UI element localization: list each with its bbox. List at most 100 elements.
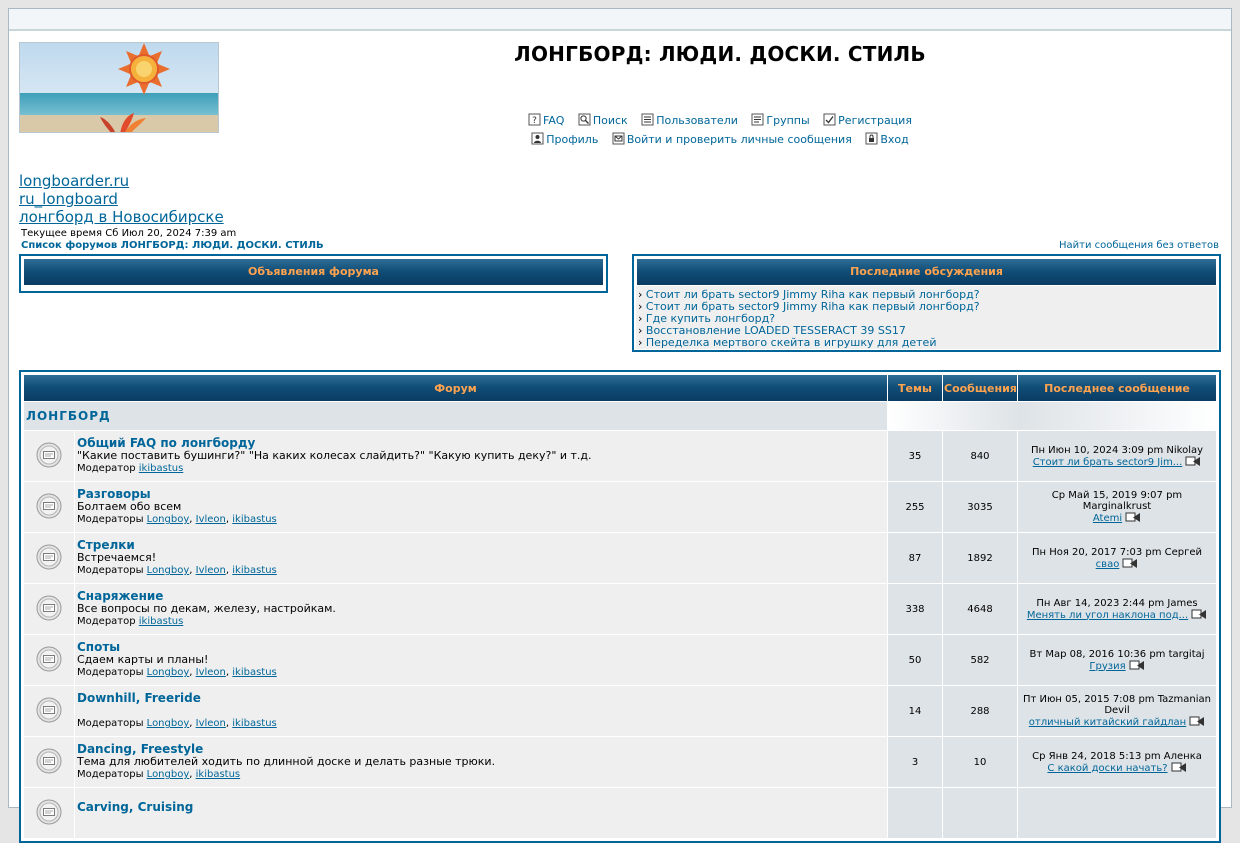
nav-search[interactable]: Поиск xyxy=(578,113,628,127)
page-wrapper: ЛОНГБОРД: ЛЮДИ. ДОСКИ. СТИЛЬ ? FAQ Поиск … xyxy=(8,8,1232,843)
moderator-link[interactable]: Ivleon xyxy=(196,514,226,525)
moderator-link[interactable]: Longboy xyxy=(147,667,190,678)
moderator-link[interactable]: Ivleon xyxy=(196,718,226,729)
recent-link[interactable]: Восстановление LOADED TESSERACT 39 SS17 xyxy=(646,325,906,337)
forum-folder-icon xyxy=(36,748,62,773)
forum-topics-count: 87 xyxy=(888,533,942,583)
recent-link[interactable]: Стоит ли брать sector9 Jimmy Riha как пе… xyxy=(646,301,980,313)
recent-link[interactable]: Переделка мертвого скейта в игрушку для … xyxy=(646,337,937,349)
view-latest-post-icon[interactable] xyxy=(1125,512,1141,523)
nav-members[interactable]: Пользователи xyxy=(641,113,738,127)
nav-faq-label: FAQ xyxy=(543,114,565,127)
forum-posts-count: 1892 xyxy=(943,533,1017,583)
category-title[interactable]: ЛОНГБОРД xyxy=(24,402,887,430)
moderator-link[interactable]: ikibastus xyxy=(139,616,184,627)
moderator-link[interactable]: ikibastus xyxy=(232,718,277,729)
moderator-link[interactable]: Longboy xyxy=(147,514,190,525)
forum-status-cell xyxy=(24,686,74,736)
view-latest-post-icon[interactable] xyxy=(1122,558,1138,569)
last-post-date: Ср Янв 24, 2018 5:13 pm Аленка xyxy=(1032,750,1202,762)
recent-link[interactable]: Где купить лонгборд? xyxy=(646,313,775,325)
view-latest-post-icon[interactable] xyxy=(1185,456,1201,467)
forum-posts-count: 10 xyxy=(943,737,1017,787)
link-ru-longboard[interactable]: ru_longboard xyxy=(19,190,224,208)
last-post-topic-link[interactable]: Atemi xyxy=(1093,513,1122,524)
svg-text:?: ? xyxy=(532,116,537,126)
forum-folder-icon xyxy=(36,697,62,722)
forum-info-cell: Carving, Cruising xyxy=(75,788,887,838)
nav-profile-label: Профиль xyxy=(546,133,599,146)
view-latest-post-icon[interactable] xyxy=(1171,762,1187,773)
view-latest-post-icon[interactable] xyxy=(1191,609,1207,620)
bullet-icon: › xyxy=(638,289,643,301)
last-post-topic-link[interactable]: Грузия xyxy=(1089,661,1125,672)
recent-item: › Переделка мертвого скейта в игрушку дл… xyxy=(638,337,1215,349)
nav-login-label: Вход xyxy=(880,133,909,146)
unanswered-link[interactable]: Найти сообщения без ответов xyxy=(1059,240,1219,251)
view-latest-post-icon[interactable] xyxy=(1129,660,1145,671)
moderator-link[interactable]: ikibastus xyxy=(232,565,277,576)
nav-faq[interactable]: ? FAQ xyxy=(528,113,564,127)
forum-topics-count: 255 xyxy=(888,482,942,532)
forum-folder-icon xyxy=(36,595,62,620)
link-longboarder[interactable]: longboarder.ru xyxy=(19,172,224,190)
moderator-link[interactable]: ikibastus xyxy=(196,769,241,780)
moderator-link[interactable]: Longboy xyxy=(147,565,190,576)
faq-icon: ? xyxy=(528,113,541,126)
nav-login[interactable]: Вход xyxy=(865,132,909,146)
forum-posts-count: 288 xyxy=(943,686,1017,736)
forum-folder-icon xyxy=(36,646,62,671)
forum-status-cell xyxy=(24,584,74,634)
view-latest-post-icon[interactable] xyxy=(1189,716,1205,727)
forum-row: Разговоры Болтаем обо всем Модераторы Long… xyxy=(24,482,1216,532)
last-post-topic-link[interactable]: свао xyxy=(1096,559,1120,570)
forum-posts-count xyxy=(943,788,1017,838)
moderator-link[interactable]: ikibastus xyxy=(232,514,277,525)
recent-link[interactable]: Стоит ли брать sector9 Jimmy Riha как пе… xyxy=(646,289,980,301)
link-novosibirsk[interactable]: лонгборд в Новосибирске xyxy=(19,208,224,226)
last-post-topic-link[interactable]: С какой доски начать? xyxy=(1047,763,1167,774)
moderator-link[interactable]: Ivleon xyxy=(196,667,226,678)
forum-folder-icon xyxy=(36,493,62,518)
forum-row: Споты Сдаем карты и планы! Модераторы Long… xyxy=(24,635,1216,685)
forum-name-link[interactable]: Разговоры xyxy=(77,488,885,501)
forum-last-post xyxy=(1018,788,1216,838)
forum-row: Dancing, Freestyle Тема для любителей ход… xyxy=(24,737,1216,787)
forum-posts-count: 3035 xyxy=(943,482,1017,532)
forum-name-link[interactable]: Carving, Cruising xyxy=(77,800,885,814)
logo-image xyxy=(20,43,218,132)
forum-name-link[interactable]: Downhill, Freeride xyxy=(77,692,885,705)
last-post-topic-link[interactable]: Стоит ли брать sector9 Jim... xyxy=(1033,457,1183,468)
moderator-link[interactable]: ikibastus xyxy=(232,667,277,678)
moderator-link[interactable]: Ivleon xyxy=(196,565,226,576)
forum-description xyxy=(77,705,885,717)
recent-title: Последние обсуждения xyxy=(636,258,1217,286)
forum-topics-count: 50 xyxy=(888,635,942,685)
groups-icon xyxy=(751,113,764,126)
nav-register[interactable]: Регистрация xyxy=(823,113,912,127)
moderator-link[interactable]: ikibastus xyxy=(139,463,184,474)
moderator-label: Модераторы xyxy=(77,565,144,576)
moderator-link[interactable]: Longboy xyxy=(147,718,190,729)
last-post-date: Пт Июн 05, 2015 7:08 pm Tazmanian Devil xyxy=(1022,694,1212,716)
register-icon xyxy=(823,113,836,126)
forum-moderators: Модератор ikibastus xyxy=(77,615,885,628)
forum-posts-count: 582 xyxy=(943,635,1017,685)
bullet-icon: › xyxy=(638,301,643,313)
site-logo[interactable] xyxy=(19,42,219,133)
last-post-date: Вт Мар 08, 2016 10:36 pm targitaj xyxy=(1029,648,1205,660)
forum-status-cell xyxy=(24,431,74,481)
nav-groups[interactable]: Группы xyxy=(751,113,810,127)
last-post-topic-link[interactable]: Менять ли угол наклона под... xyxy=(1027,610,1188,621)
breadcrumb[interactable]: Список форумов ЛОНГБОРД: ЛЮДИ. ДОСКИ. СТ… xyxy=(21,240,324,251)
last-post-topic-link[interactable]: отличный китайский гайдлан xyxy=(1029,717,1186,728)
forum-info-cell: Dancing, Freestyle Тема для любителей ход… xyxy=(75,737,887,787)
forum-description: Все вопросы по декам, железу, настройкам… xyxy=(77,602,336,615)
moderator-link[interactable]: Longboy xyxy=(147,769,190,780)
recent-item: › Стоит ли брать sector9 Jimmy Riha как … xyxy=(638,301,1215,313)
forum-name-link[interactable]: Стрелки xyxy=(77,539,885,552)
nav-profile[interactable]: Профиль xyxy=(531,132,598,146)
nav-messages[interactable]: Войти и проверить личные сообщения xyxy=(612,132,852,146)
recent-box: Последние обсуждения › Стоит ли брать se… xyxy=(632,254,1221,352)
moderator-label: Модераторы xyxy=(77,718,144,729)
